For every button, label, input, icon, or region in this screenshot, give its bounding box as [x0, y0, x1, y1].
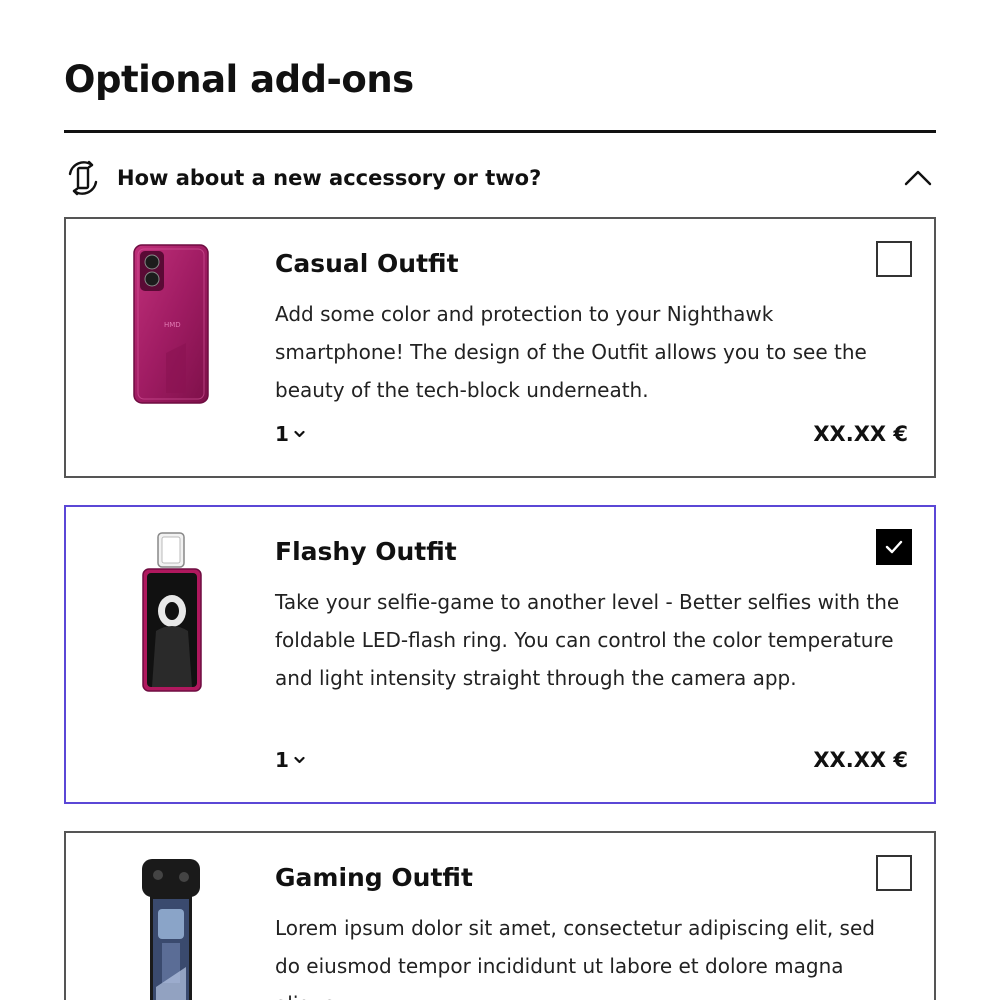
- addon-card-flashy-outfit[interactable]: Flashy Outfit Take your selfie-game to a…: [64, 505, 936, 804]
- product-title: Flashy Outfit: [275, 537, 457, 566]
- addon-checkbox[interactable]: [876, 241, 912, 277]
- addon-card-casual-outfit[interactable]: HMD Casual Outfit Add some color and pro…: [64, 217, 936, 478]
- accessories-section-toggle[interactable]: How about a new accessory or two?: [64, 156, 936, 200]
- product-title: Gaming Outfit: [275, 863, 473, 892]
- product-description: Take your selfie-game to another level -…: [275, 590, 900, 690]
- product-price: XX.XX €: [813, 422, 908, 446]
- product-title: Casual Outfit: [275, 249, 459, 278]
- chevron-up-icon[interactable]: [904, 164, 932, 192]
- phone-with-game-controller-image: [126, 857, 216, 1000]
- quantity-select[interactable]: 1: [275, 748, 305, 772]
- chevron-down-icon: [294, 430, 305, 438]
- phone-rotate-icon: [64, 159, 102, 197]
- page-title: Optional add-ons: [64, 58, 414, 101]
- checkmark-icon: [885, 540, 903, 554]
- pink-phone-case-image: HMD: [126, 243, 216, 409]
- chevron-down-icon: [294, 756, 305, 764]
- phone-with-flash-ring-image: [126, 531, 216, 697]
- quantity-value: 1: [275, 422, 289, 446]
- addon-card-gaming-outfit[interactable]: Gaming Outfit Lorem ipsum dolor sit amet…: [64, 831, 936, 1000]
- header-divider: [64, 130, 936, 133]
- addon-checkbox[interactable]: [876, 529, 912, 565]
- quantity-select[interactable]: 1: [275, 422, 305, 446]
- product-price: XX.XX €: [813, 748, 908, 772]
- product-description: Add some color and protection to your Ni…: [275, 302, 867, 402]
- quantity-value: 1: [275, 748, 289, 772]
- svg-text:HMD: HMD: [164, 321, 181, 329]
- product-description: Lorem ipsum dolor sit amet, consectetur …: [275, 916, 875, 1000]
- section-label: How about a new accessory or two?: [117, 166, 542, 190]
- addon-checkbox[interactable]: [876, 855, 912, 891]
